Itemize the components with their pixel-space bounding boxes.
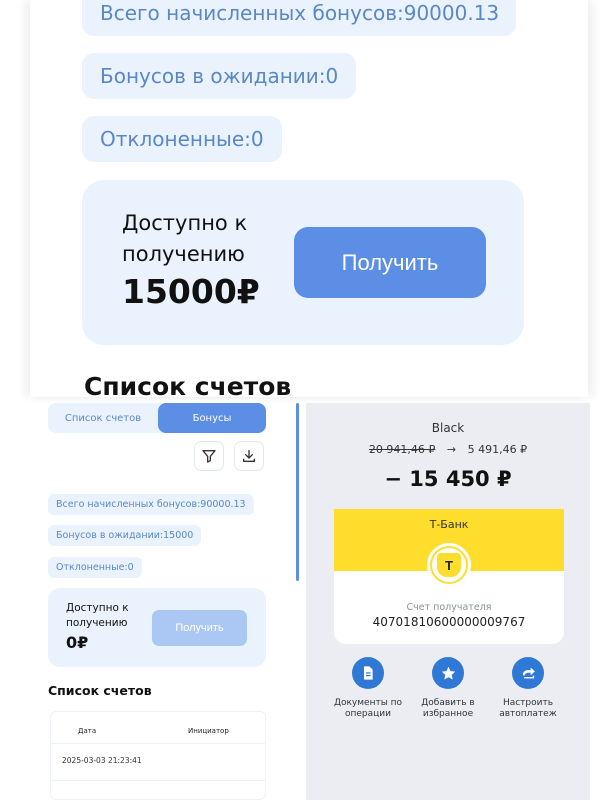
repeat-payment-icon <box>522 666 535 678</box>
download-icon <box>243 450 255 462</box>
bank-name: Т-Банк <box>429 518 469 531</box>
get-bonus-button-disabled[interactable]: Получить <box>152 610 247 646</box>
total-bonuses-badge: Всего начисленных бонусов:90000.13 <box>82 0 516 36</box>
add-favorite-action[interactable]: Добавить в избранное <box>408 657 488 720</box>
bank-transfer-panel: Black 20 941,46 ₽ → 5 491,46 ₽ − 15 450 … <box>306 403 590 800</box>
get-bonus-button[interactable]: Получить <box>294 227 486 298</box>
arrow-right-icon: → <box>446 443 457 456</box>
rejected-bonuses-text: Отклоненные:0 <box>56 562 134 573</box>
total-bonuses-badge: Всего начисленных бонусов:90000.13 <box>48 494 254 515</box>
rejected-bonuses-text: Отклоненные:0 <box>100 127 264 151</box>
pending-bonuses-text: Бонусов в ожидании:0 <box>100 64 339 88</box>
pending-bonuses-badge: Бонусов в ожидании:0 <box>82 53 357 99</box>
table-cell-date: 2025-03-03 21:23:41 <box>62 756 142 765</box>
tab-accounts-list[interactable]: Список счетов <box>48 403 158 433</box>
autopay-action-label: Настроить автоплатеж <box>499 698 557 719</box>
tab-bonuses[interactable]: Бонусы <box>158 403 266 433</box>
balance-change: 20 941,46 ₽ → 5 491,46 ₽ <box>306 443 590 456</box>
total-bonuses-text: Всего начисленных бонусов:90000.13 <box>100 1 500 25</box>
table-divider <box>50 780 266 781</box>
filter-button[interactable] <box>194 441 224 471</box>
autopay-action[interactable]: Настроить автоплатеж <box>488 657 568 720</box>
star-icon <box>441 666 455 680</box>
accounts-list-title: Список счетов <box>48 683 152 698</box>
column-header-date[interactable]: Дата <box>78 727 96 735</box>
table-divider <box>50 743 266 744</box>
rejected-bonuses-badge: Отклоненные:0 <box>82 116 282 162</box>
available-label: Доступно к получению <box>66 602 129 629</box>
balance-before: 20 941,46 ₽ <box>368 443 436 456</box>
collage: Всего начисленных бонусов:90000.13 Бонус… <box>0 0 606 800</box>
bonuses-zoomed-panel: Всего начисленных бонусов:90000.13 Бонус… <box>30 0 588 397</box>
available-amount: 0₽ <box>66 633 89 652</box>
documents-action[interactable]: Документы по операции <box>328 657 408 720</box>
available-label: Доступно к получению <box>122 211 248 266</box>
card-name: Black <box>431 421 465 435</box>
rejected-bonuses-badge: Отклоненные:0 <box>48 557 142 578</box>
pending-bonuses-badge: Бонусов в ожидании:15000 <box>48 525 202 546</box>
tbank-logo-letter: Т <box>437 553 461 577</box>
available-amount: 15000₽ <box>122 272 260 311</box>
recipient-account-number: 40701810600000009767 <box>372 615 526 629</box>
filter-icon <box>202 450 216 463</box>
total-bonuses-text: Всего начисленных бонусов:90000.13 <box>56 499 246 510</box>
recipient-account-label: Счет получателя <box>406 602 492 613</box>
documents-action-label: Документы по операции <box>333 698 403 719</box>
accounts-list-title: Список счетов <box>84 372 292 397</box>
column-header-initiator[interactable]: Инициатор <box>188 727 229 735</box>
bonuses-app-panel: Список счетов Бонусы Всего начисленных б… <box>38 403 300 800</box>
transfer-amount: − 15 450 ₽ <box>384 467 512 491</box>
add-favorite-action-label: Добавить в избранное <box>421 698 475 719</box>
scrollbar[interactable] <box>296 403 299 581</box>
document-icon <box>364 666 373 680</box>
tbank-logo-icon: Т <box>427 543 471 587</box>
pending-bonuses-text: Бонусов в ожидании:15000 <box>56 530 194 541</box>
balance-after: 5 491,46 ₽ <box>467 443 528 456</box>
download-button[interactable] <box>234 441 264 471</box>
